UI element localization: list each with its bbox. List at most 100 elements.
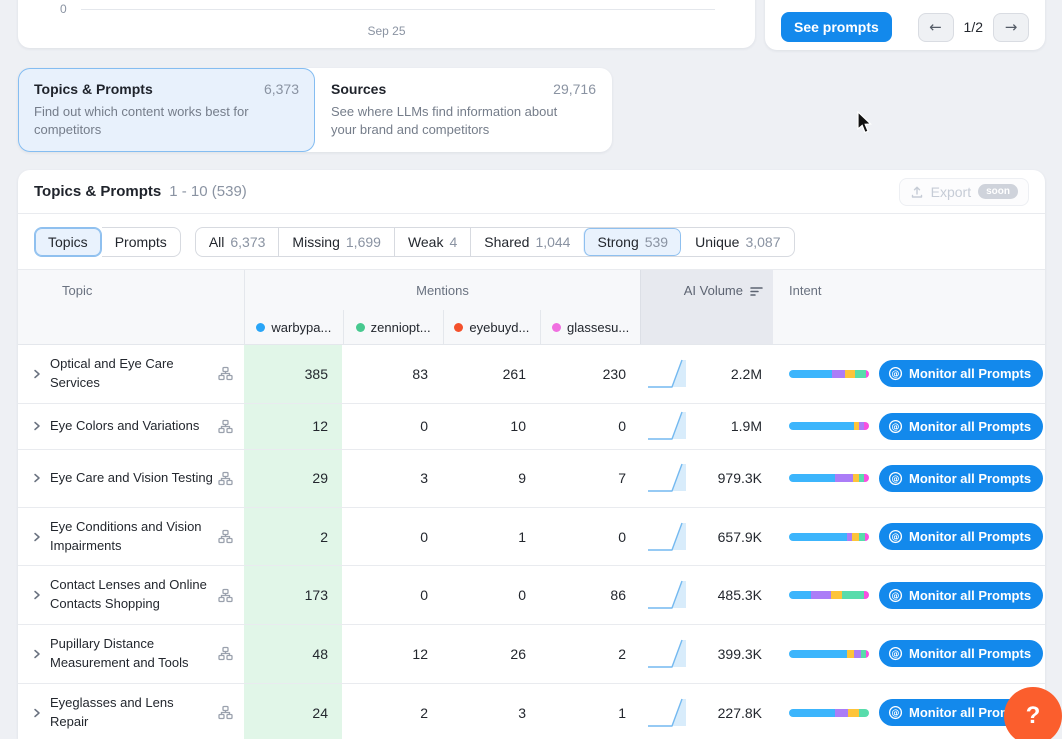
view-toggle-topics[interactable]: Topics: [34, 227, 102, 257]
chart-x-axis-tick: Sep 25: [18, 24, 755, 38]
topic-name[interactable]: Eye Care and Vision Testing: [50, 469, 218, 488]
svg-text:@: @: [892, 370, 900, 379]
intent-segment-yellow: [845, 370, 855, 378]
topic-hierarchy-icon[interactable]: [218, 646, 236, 661]
chart-axis-line: [81, 9, 715, 10]
topic-hierarchy-icon[interactable]: [218, 366, 236, 381]
filter-label: Weak: [408, 234, 444, 250]
monitor-button-label: Monitor all Prompts: [909, 419, 1031, 434]
competitor-header-1[interactable]: zenniopt...: [343, 310, 443, 344]
monitor-all-prompts-button[interactable]: @Monitor all Prompts: [879, 582, 1043, 609]
next-page-button[interactable]: →: [993, 13, 1029, 42]
strength-filter-group: All 6,373 Missing 1,699 Weak 4 Shared 1,…: [195, 227, 795, 257]
nav-card-topics-prompts[interactable]: Topics & Prompts 6,373 Find out which co…: [18, 68, 315, 152]
intent-distribution-bar: [789, 533, 869, 541]
monitor-all-prompts-button[interactable]: @ Monitor all Prompts: [879, 413, 1043, 440]
mentions-cell: 26: [442, 625, 540, 683]
ai-volume-value: 1.9M: [731, 418, 762, 434]
topic-name[interactable]: Eye Colors and Variations: [50, 417, 218, 436]
intent-segment-pink: [864, 422, 869, 430]
monitor-all-prompts-button[interactable]: @Monitor all Prompts: [879, 465, 1043, 492]
filter-strong[interactable]: Strong 539: [583, 228, 681, 256]
intent-segment-pink: [866, 370, 869, 378]
monitor-all-prompts-button[interactable]: @Monitor all Prompts: [879, 640, 1043, 667]
intent-segment-purple: [811, 591, 832, 599]
expand-chevron-icon[interactable]: [30, 419, 50, 433]
topic-name[interactable]: Eye Conditions and Vision Impairments: [50, 518, 218, 556]
svg-text:@: @: [892, 422, 900, 431]
filter-count: 1,044: [535, 234, 570, 250]
view-toggle-prompts[interactable]: Prompts: [102, 227, 181, 257]
result-range: 1 - 10 (539): [169, 183, 247, 200]
expand-chevron-icon[interactable]: [30, 588, 50, 602]
soon-badge: soon: [978, 184, 1018, 199]
filter-label: Missing: [292, 234, 339, 250]
ai-volume-sparkline: [645, 578, 689, 612]
filter-shared[interactable]: Shared 1,044: [470, 228, 583, 256]
filter-all[interactable]: All 6,373: [196, 228, 279, 256]
expand-chevron-icon[interactable]: [30, 530, 50, 544]
expand-chevron-icon[interactable]: [30, 471, 50, 485]
filter-count: 3,087: [745, 234, 780, 250]
monitor-all-prompts-button[interactable]: @Monitor all Prompts: [879, 523, 1043, 550]
competitor-header-3[interactable]: glassesu...: [540, 310, 640, 344]
column-header-ai-volume[interactable]: AI Volume: [640, 270, 773, 344]
column-header-topic[interactable]: Topic: [18, 270, 244, 344]
topics-prompts-panel: Topics & Prompts 1 - 10 (539) Export soo…: [18, 170, 1045, 739]
mentions-cell: 385: [244, 345, 342, 403]
expand-chevron-icon[interactable]: [30, 647, 50, 661]
topic-hierarchy-icon[interactable]: [218, 705, 236, 720]
svg-text:@: @: [892, 708, 900, 717]
view-toggle: TopicsPrompts: [34, 227, 181, 257]
table-row: Eye Colors and Variations 120100 1.9M @M…: [18, 404, 1045, 450]
intent-distribution-bar: [789, 370, 869, 378]
mentions-cell: 10: [442, 404, 540, 449]
table-header: Topic Mentions warbypa... zenniopt... ey…: [18, 270, 1045, 345]
expand-chevron-icon[interactable]: [30, 706, 50, 720]
intent-distribution-bar: [789, 709, 869, 717]
filter-unique[interactable]: Unique 3,087: [681, 228, 793, 256]
mentions-cell: 0: [540, 404, 640, 449]
arrow-right-icon: →: [1005, 18, 1018, 36]
competitor-dot-icon: [552, 323, 561, 332]
export-button[interactable]: Export soon: [899, 178, 1029, 206]
mentions-cell: 261: [442, 345, 540, 403]
nav-card-sources[interactable]: Sources 29,716 See where LLMs find infor…: [315, 68, 612, 152]
monitor-button-label: Monitor all Prompts: [909, 646, 1031, 661]
intent-segment-purple: [835, 709, 848, 717]
mentions-cell: 173: [244, 566, 342, 624]
filter-missing[interactable]: Missing 1,699: [278, 228, 394, 256]
column-header-intent[interactable]: Intent: [773, 270, 1045, 344]
competitor-name: zenniopt...: [371, 320, 431, 335]
mentions-cell: 230: [540, 345, 640, 403]
intent-segment-purple: [832, 370, 845, 378]
topic-name[interactable]: Contact Lenses and Online Contacts Shopp…: [50, 576, 218, 614]
intent-segment-blue: [789, 370, 832, 378]
mentions-cell: 24: [244, 684, 342, 739]
see-prompts-button[interactable]: See prompts: [781, 12, 892, 42]
monitor-all-prompts-button[interactable]: @Monitor all Prompts: [879, 360, 1043, 387]
topic-name[interactable]: Optical and Eye Care Services: [50, 355, 218, 393]
competitor-header-0[interactable]: warbypa...: [245, 310, 343, 344]
filter-weak[interactable]: Weak 4: [394, 228, 470, 256]
arrow-left-icon: ←: [929, 18, 942, 36]
ai-volume-sparkline: [645, 461, 689, 495]
competitor-header-2[interactable]: eyebuyd...: [443, 310, 541, 344]
mentions-cell: 2: [342, 684, 442, 739]
topic-hierarchy-icon[interactable]: [218, 529, 236, 544]
monitor-button-label: Monitor all Prompts: [909, 588, 1031, 603]
topic-name[interactable]: Pupillary Distance Measurement and Tools: [50, 635, 218, 673]
intent-segment-blue: [789, 474, 835, 482]
topic-hierarchy-icon[interactable]: [218, 588, 236, 603]
intent-distribution-bar: [789, 422, 869, 430]
intent-segment-pink: [864, 474, 869, 482]
topic-name[interactable]: Eyeglasses and Lens Repair: [50, 694, 218, 732]
column-header-mentions[interactable]: Mentions: [245, 270, 640, 310]
expand-chevron-icon[interactable]: [30, 367, 50, 381]
help-button[interactable]: ?: [1004, 687, 1062, 739]
prev-page-button[interactable]: ←: [918, 13, 954, 42]
topic-hierarchy-icon[interactable]: [218, 419, 236, 434]
topic-hierarchy-icon[interactable]: [218, 471, 236, 486]
mentions-cell: 3: [342, 450, 442, 507]
intent-segment-green: [859, 709, 869, 717]
